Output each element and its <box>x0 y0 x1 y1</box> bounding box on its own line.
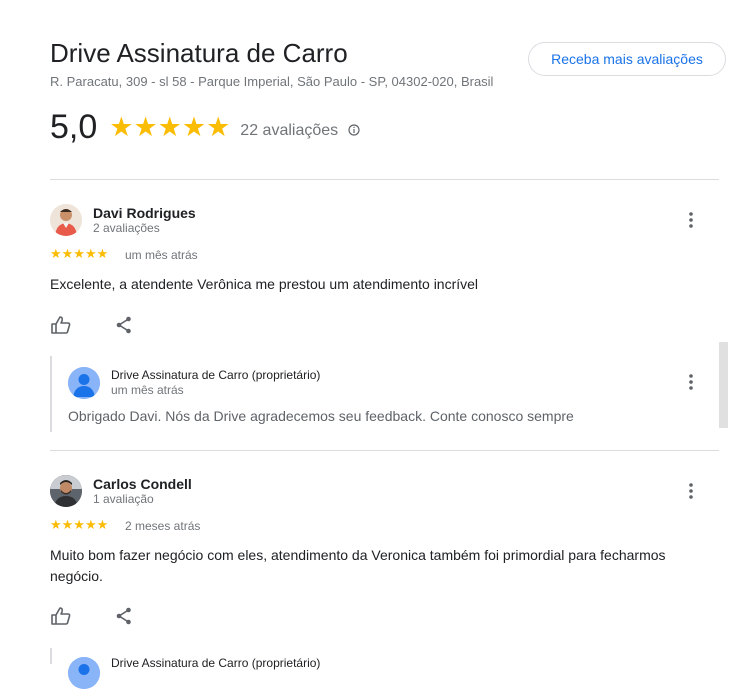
more-vert-icon <box>689 374 693 390</box>
business-title: Drive Assinatura de Carro <box>50 38 348 68</box>
scrollbar[interactable] <box>719 342 728 428</box>
business-address: R. Paracatu, 309 - sl 58 - Parque Imperi… <box>50 74 494 89</box>
review-menu-button[interactable] <box>681 210 701 230</box>
share-icon[interactable] <box>116 607 132 625</box>
avatar[interactable] <box>50 204 82 236</box>
review-stars: ★★★★★ <box>50 246 109 261</box>
reply-owner[interactable]: Drive Assinatura de Carro (proprietário) <box>111 656 320 670</box>
review-text: Excelente, a atendente Verônica me prest… <box>50 276 479 292</box>
review-author[interactable]: Davi Rodrigues <box>93 205 196 221</box>
review-date: 2 meses atrás <box>125 519 201 533</box>
review-count: 22 avaliações <box>240 121 339 139</box>
divider <box>50 179 719 180</box>
review-menu-button[interactable] <box>681 481 701 501</box>
review-text: Muito bom fazer negócio com eles, atendi… <box>50 547 666 584</box>
account-circle-icon <box>68 367 100 399</box>
rating-stars: ★★★★★ <box>109 112 231 142</box>
like-icon[interactable] <box>51 607 71 625</box>
owner-avatar <box>68 657 100 689</box>
avatar[interactable] <box>50 475 82 507</box>
more-reviews-button[interactable]: Receba mais avaliações <box>528 42 726 76</box>
reply-bar <box>50 356 52 432</box>
like-icon[interactable] <box>51 316 71 334</box>
reply-menu-button[interactable] <box>681 372 701 392</box>
reply-owner[interactable]: Drive Assinatura de Carro (proprietário) <box>111 368 320 382</box>
review-date: um mês atrás <box>125 248 198 262</box>
author-review-count: 1 avaliação <box>93 492 154 506</box>
rating-value: 5,0 <box>50 108 98 146</box>
reply-text: Obrigado Davi. Nós da Drive agradecemos … <box>68 408 574 424</box>
reply-bar <box>50 648 52 664</box>
owner-avatar <box>68 367 100 399</box>
info-icon[interactable] <box>348 123 360 136</box>
share-icon[interactable] <box>116 316 132 334</box>
more-vert-icon <box>689 483 693 499</box>
more-vert-icon <box>689 212 693 228</box>
reply-date: um mês atrás <box>111 383 184 397</box>
divider <box>50 450 719 451</box>
person-photo-icon <box>50 475 82 507</box>
review-stars: ★★★★★ <box>50 517 109 532</box>
account-circle-icon <box>68 657 100 689</box>
rating-summary: 5,0 ★★★★★ 22 avaliações <box>50 108 360 147</box>
review-author[interactable]: Carlos Condell <box>93 476 192 492</box>
person-photo-icon <box>50 204 82 236</box>
author-review-count: 2 avaliações <box>93 221 160 235</box>
